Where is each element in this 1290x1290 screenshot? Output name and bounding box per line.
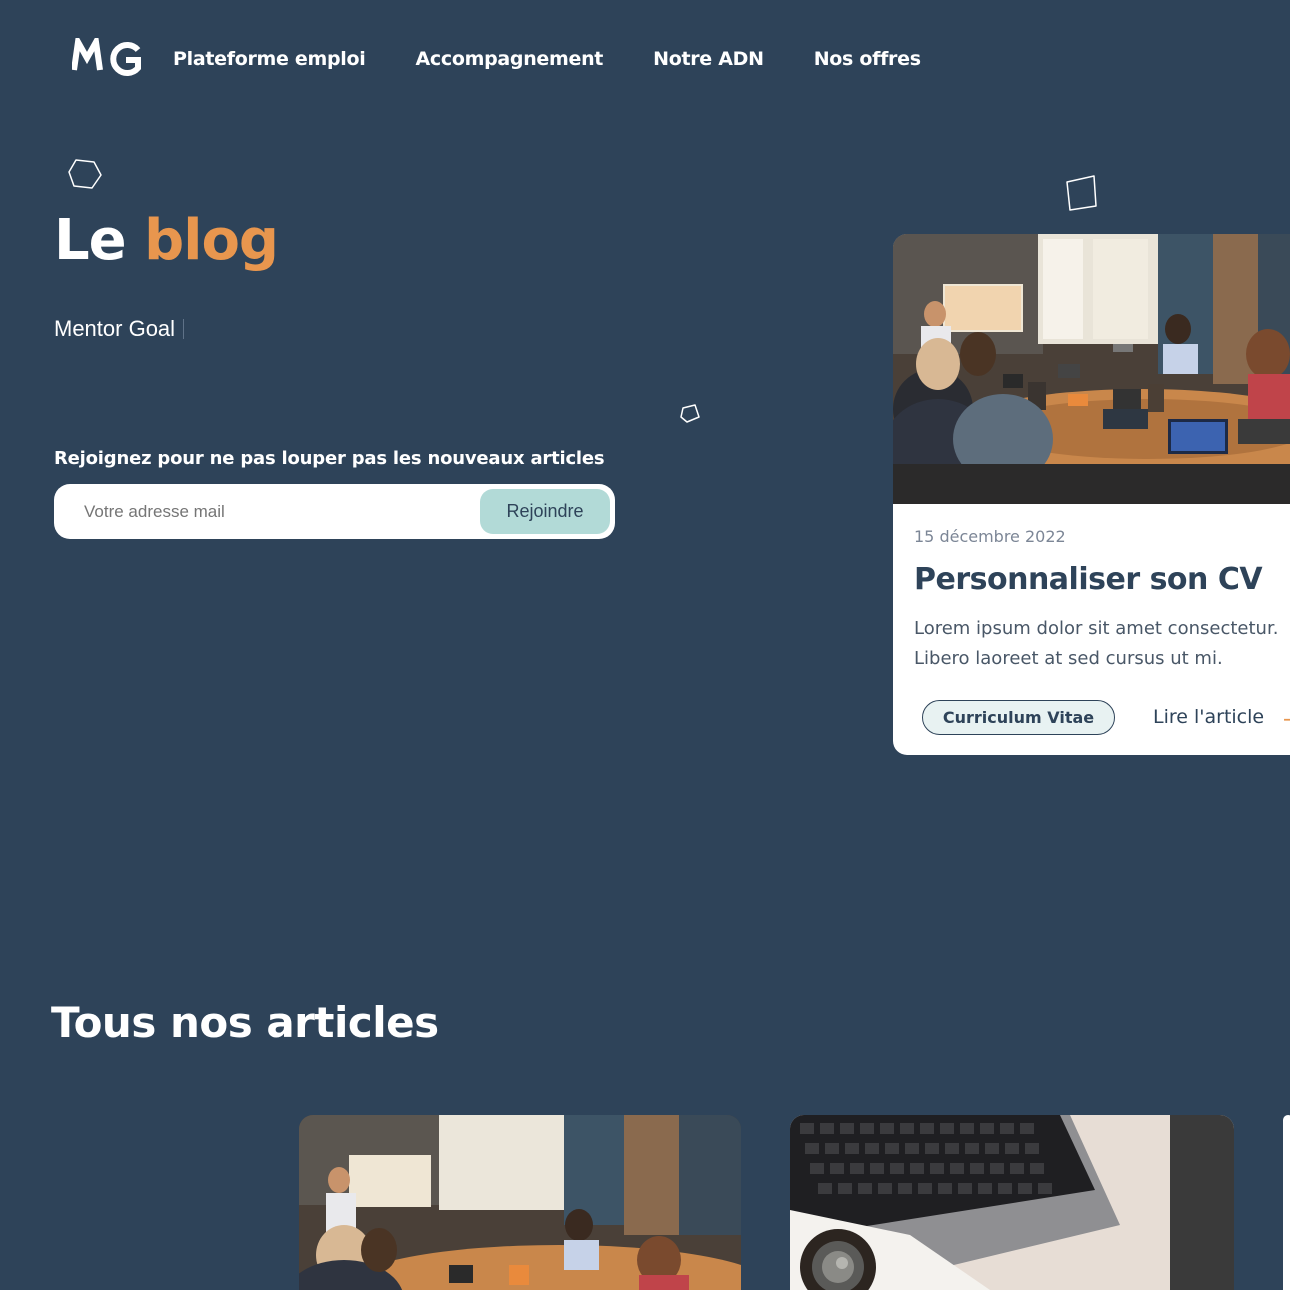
nav-accompagnement[interactable]: Accompagnement	[415, 48, 603, 70]
title-word-le: Le	[54, 208, 127, 273]
join-button[interactable]: Rejoindre	[480, 489, 610, 534]
featured-article-card[interactable]: 15 décembre 2022 Personnaliser son CV Lo…	[893, 234, 1290, 755]
nav-notre-adn[interactable]: Notre ADN	[653, 48, 764, 70]
featured-article-image	[893, 234, 1290, 504]
title-word-blog: blog	[144, 208, 279, 273]
newsletter-label: Rejoignez pour ne pas louper pas les nou…	[54, 448, 605, 469]
article-card-thumbnail[interactable]	[299, 1115, 741, 1290]
square-deco-icon	[1066, 175, 1097, 211]
article-card-thumbnail[interactable]	[790, 1115, 1234, 1290]
nav-plateforme-emploi[interactable]: Plateforme emploi	[173, 48, 366, 70]
article-card-thumbnail[interactable]	[1283, 1115, 1290, 1290]
main-nav: Plateforme emploi Accompagnement Notre A…	[173, 48, 971, 70]
hexagon-deco-icon	[68, 159, 102, 189]
small-square-deco-icon	[680, 404, 700, 423]
nav-nos-offres[interactable]: Nos offres	[814, 48, 921, 70]
article-image	[299, 1115, 741, 1290]
read-article-link[interactable]: Lire l'article	[1153, 706, 1264, 728]
article-title[interactable]: Personnaliser son CV	[914, 562, 1263, 597]
hero-subtitle: Mentor Goal	[54, 316, 185, 342]
email-input[interactable]	[84, 501, 464, 522]
page-title: Le blog	[54, 208, 279, 273]
section-title: Tous nos articles	[51, 998, 439, 1047]
arrow-right-icon[interactable]: →	[1283, 707, 1290, 731]
text-caret	[183, 319, 185, 339]
page: Plateforme emploi Accompagnement Notre A…	[0, 0, 1290, 1290]
article-excerpt: Lorem ipsum dolor sit amet consectetur. …	[914, 618, 1279, 669]
article-image	[790, 1115, 1234, 1290]
mg-logo[interactable]	[72, 38, 144, 78]
hero-subtitle-text: Mentor Goal	[54, 316, 176, 341]
newsletter-form: Rejoindre	[54, 484, 615, 539]
article-date: 15 décembre 2022	[914, 527, 1066, 546]
article-tag[interactable]: Curriculum Vitae	[922, 700, 1115, 735]
